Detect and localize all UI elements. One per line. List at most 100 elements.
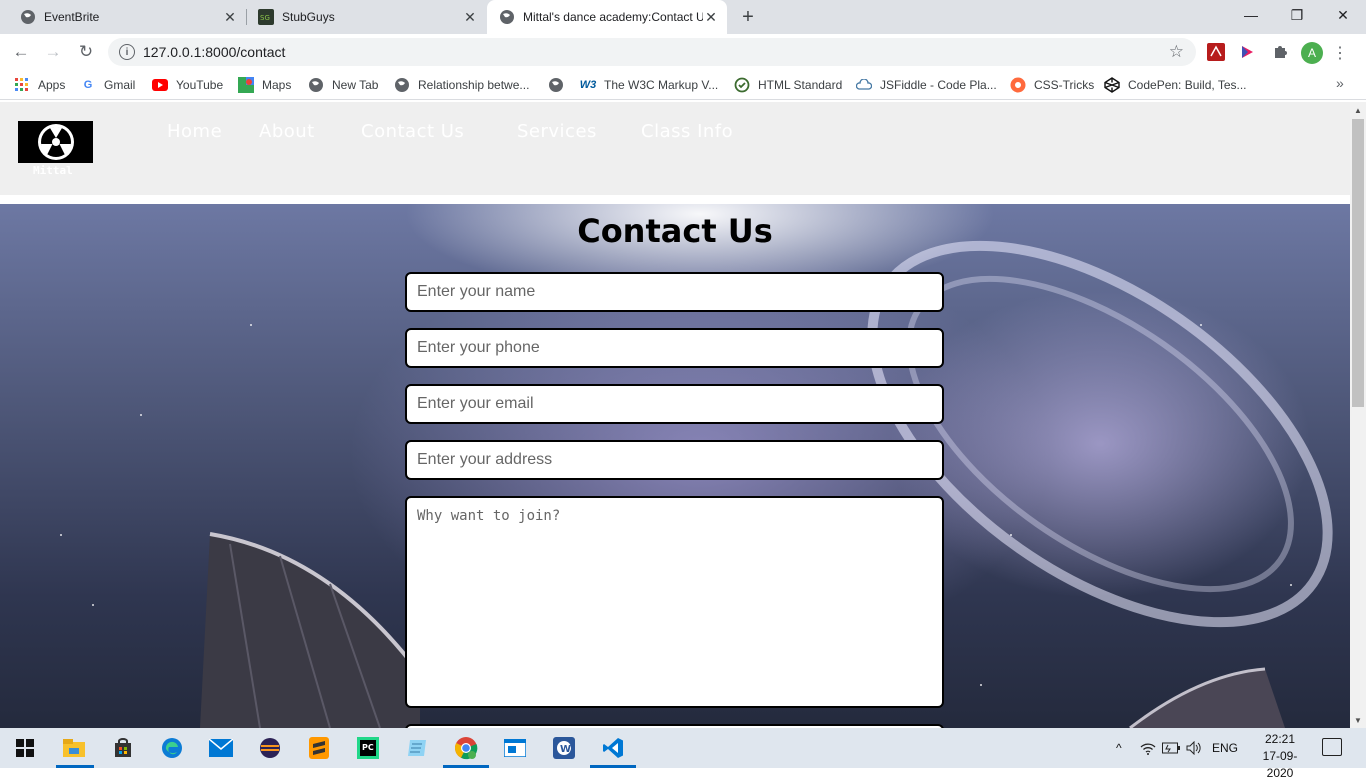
tab-eventbrite[interactable]: EventBrite ✕	[0, 0, 246, 34]
w3c-icon: W3	[579, 79, 597, 91]
bookmark-label: Relationship betwe...	[418, 78, 530, 92]
stubguys-icon: SG	[258, 9, 274, 25]
profile-avatar[interactable]: A	[1301, 42, 1323, 64]
network-icon[interactable]	[1140, 728, 1156, 768]
bookmark-jsfiddle[interactable]: JSFiddle - Code Pla...	[856, 75, 997, 95]
tab-contact[interactable]: Mittal's dance academy:Contact U ✕	[487, 0, 727, 34]
globe-icon	[308, 77, 324, 93]
logo-text: Mittal	[33, 164, 73, 177]
battery-icon[interactable]	[1162, 728, 1180, 768]
phone-input[interactable]	[405, 328, 944, 368]
star-dot	[250, 324, 252, 326]
why-join-textarea[interactable]	[405, 496, 944, 708]
close-window-icon[interactable]: ✕	[1320, 0, 1366, 30]
vscode-icon[interactable]	[598, 734, 628, 762]
edge-icon[interactable]	[157, 734, 187, 762]
address-input[interactable]	[405, 440, 944, 480]
store-icon[interactable]	[108, 734, 138, 762]
mail-icon[interactable]	[206, 734, 236, 762]
svg-text:W: W	[560, 744, 571, 755]
chrome-icon[interactable]	[451, 734, 481, 762]
app-window-icon[interactable]	[500, 734, 530, 762]
google-icon: G	[83, 79, 93, 91]
bookmark-gmail[interactable]: G Gmail	[80, 75, 136, 95]
file-explorer-icon[interactable]	[59, 734, 89, 762]
address-bar[interactable]: i 127.0.0.1:8000/contact ☆	[108, 38, 1196, 66]
bookmark-label: CodePen: Build, Tes...	[1128, 78, 1247, 92]
bookmark-label: CSS-Tricks	[1034, 78, 1095, 92]
clock-time: 22:21	[1264, 732, 1296, 746]
bookmark-maps[interactable]: Maps	[238, 75, 291, 95]
tab-strip: EventBrite ✕ SG StubGuys ✕ Mittal's danc…	[0, 0, 1366, 34]
bookmark-html-standard[interactable]: HTML Standard	[734, 75, 842, 95]
volume-icon[interactable]	[1186, 728, 1204, 768]
page-scrollbar[interactable]: ▲ ▼	[1350, 102, 1366, 728]
bookmark-apps[interactable]: Apps	[14, 75, 65, 95]
logo-emblem-icon	[37, 124, 74, 160]
minimize-icon[interactable]: —	[1228, 0, 1274, 30]
star-dot	[1200, 324, 1202, 326]
wps-icon[interactable]: W	[549, 734, 579, 762]
email-input[interactable]	[405, 384, 944, 424]
codepen-icon	[1104, 77, 1120, 93]
nav-contact-us[interactable]: Contact Us	[361, 121, 464, 142]
nav-class-info[interactable]: Class Info	[641, 121, 733, 142]
star-dot	[140, 414, 142, 416]
pycharm-icon[interactable]: PC	[353, 734, 383, 762]
site-logo[interactable]	[18, 121, 93, 163]
back-arrow-icon[interactable]: ←	[9, 40, 33, 64]
language-indicator[interactable]: ENG	[1212, 728, 1238, 768]
forward-arrow-icon[interactable]: →	[41, 40, 65, 64]
taskbar-clock[interactable]: 22:21 17-09-2020	[1250, 731, 1310, 782]
clock-date: 17-09-2020	[1262, 749, 1298, 780]
sublime-icon[interactable]	[304, 734, 334, 762]
bookmark-star-icon[interactable]: ☆	[1169, 42, 1184, 62]
tab-title: StubGuys	[282, 10, 335, 24]
notification-center-icon[interactable]	[1322, 738, 1342, 756]
acrobat-icon[interactable]	[1206, 42, 1226, 62]
scroll-down-arrow-icon[interactable]: ▼	[1350, 712, 1366, 728]
tab-stubguys[interactable]: SG StubGuys ✕	[238, 0, 486, 34]
bookmarks-overflow-icon[interactable]: »	[1336, 75, 1344, 91]
bookmark-new-tab[interactable]: New Tab	[308, 75, 378, 95]
close-icon[interactable]: ✕	[462, 9, 478, 25]
name-input[interactable]	[405, 272, 944, 312]
eclipse-icon[interactable]	[255, 734, 285, 762]
scroll-thumb[interactable]	[1352, 119, 1364, 407]
bookmark-codepen[interactable]: CodePen: Build, Tes...	[1104, 75, 1247, 95]
nav-about[interactable]: About	[259, 121, 315, 142]
bookmark-relationship[interactable]: Relationship betwe...	[394, 75, 529, 95]
whatwg-icon	[734, 77, 750, 93]
bookmark-label: HTML Standard	[758, 78, 843, 92]
close-icon[interactable]: ✕	[703, 9, 719, 25]
show-hidden-icons-chevron-icon[interactable]: ^	[1116, 728, 1122, 768]
globe-icon	[20, 9, 36, 25]
nav-services[interactable]: Services	[517, 121, 597, 142]
reload-icon[interactable]: ↻	[74, 40, 98, 64]
globe-icon	[394, 77, 410, 93]
restore-icon[interactable]: ❐	[1274, 0, 1320, 30]
bookmark-w3c[interactable]: W3 The W3C Markup V...	[579, 75, 719, 95]
star-dot	[92, 604, 94, 606]
extensions-puzzle-icon[interactable]	[1270, 42, 1290, 62]
bookmark-unnamed[interactable]	[548, 75, 572, 95]
bookmark-label: YouTube	[176, 78, 224, 92]
close-icon[interactable]: ✕	[222, 9, 238, 25]
notepad-icon[interactable]	[402, 734, 432, 762]
windows-start-icon[interactable]	[10, 734, 40, 762]
menu-kebab-icon[interactable]: ⋮	[1332, 42, 1348, 64]
css-tricks-icon	[1010, 77, 1026, 93]
info-icon[interactable]: i	[119, 44, 135, 60]
svg-text:SG: SG	[260, 14, 270, 22]
bookmark-youtube[interactable]: YouTube	[152, 75, 223, 95]
bookmark-label: Gmail	[104, 78, 136, 92]
nav-home[interactable]: Home	[167, 121, 222, 142]
jsfiddle-icon	[856, 77, 872, 93]
scroll-up-arrow-icon[interactable]: ▲	[1350, 102, 1366, 118]
bookmark-label: JSFiddle - Code Pla...	[880, 78, 997, 92]
apps-grid-icon	[14, 77, 30, 93]
new-tab-button[interactable]: +	[738, 6, 758, 28]
bookmark-css-tricks[interactable]: CSS-Tricks	[1010, 75, 1094, 95]
star-dot	[980, 684, 982, 686]
extension-play-icon[interactable]	[1237, 42, 1257, 62]
